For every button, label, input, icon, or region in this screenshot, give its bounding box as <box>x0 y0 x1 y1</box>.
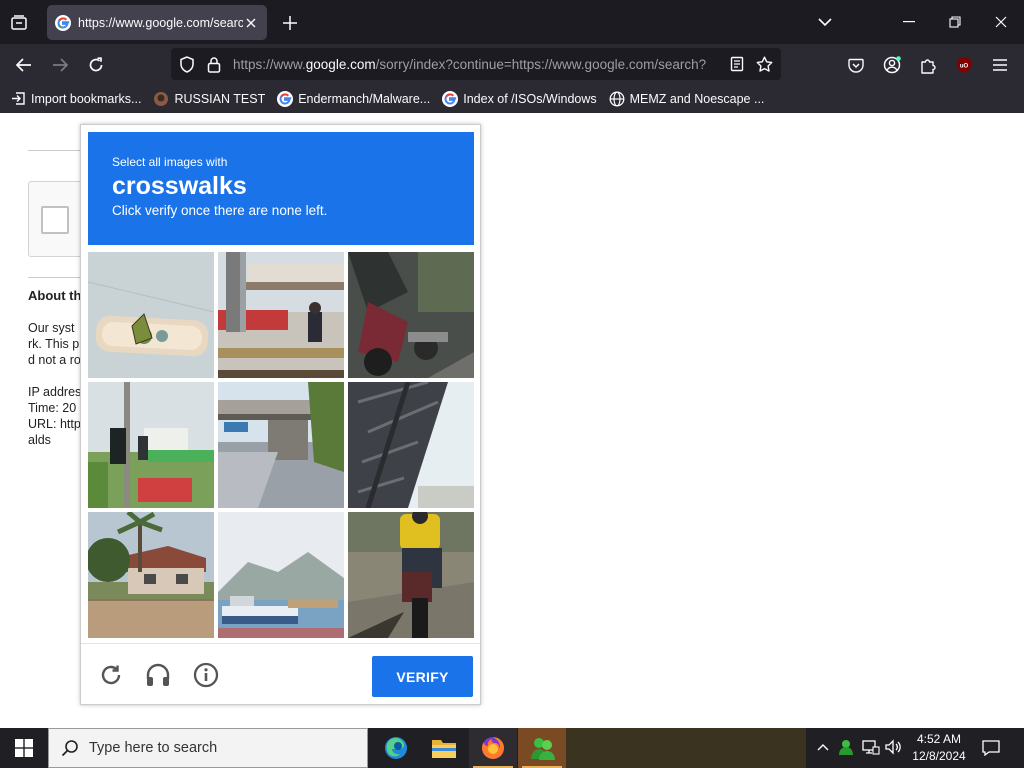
about-heading: About th <box>28 288 82 303</box>
url-text[interactable]: https://www.google.com/sorry/index?conti… <box>233 57 721 72</box>
close-tab-icon[interactable] <box>243 15 259 31</box>
bookmark-import[interactable]: Import bookmarks... <box>10 91 141 107</box>
svg-text:uO: uO <box>960 64 969 70</box>
about-line: d not a ro <box>28 353 81 367</box>
bookmark-russian-test[interactable]: RUSSIAN TEST <box>153 91 265 107</box>
bookmark-label: RUSSIAN TEST <box>174 91 266 106</box>
list-all-tabs-icon[interactable] <box>812 10 838 34</box>
new-tab-icon[interactable] <box>279 12 301 34</box>
windows-start-icon[interactable] <box>0 728 48 768</box>
tracking-protection-shield-icon[interactable] <box>176 53 198 75</box>
active-tab[interactable]: https://www.google.com/search?q= <box>47 5 267 40</box>
recaptcha-checkbox[interactable] <box>41 206 69 234</box>
google-g-icon <box>55 14 71 31</box>
reader-view-icon[interactable] <box>726 53 748 75</box>
recaptcha-anchor[interactable] <box>28 181 88 257</box>
firefox-icon[interactable] <box>469 728 517 768</box>
tile-traffic-light[interactable] <box>88 382 214 508</box>
taskbar-search-box[interactable]: Type here to search <box>48 728 368 768</box>
about-line: alds <box>28 433 51 447</box>
bookmark-star-icon[interactable] <box>753 53 775 75</box>
recaptcha-challenge: Select all images with crosswalks Click … <box>80 124 481 705</box>
about-text: Our syst rk. This p d not a ro IP addres… <box>28 320 81 448</box>
navigation-bar: https://www.google.com/sorry/index?conti… <box>0 44 1024 84</box>
verify-button[interactable]: VERIFY <box>372 656 473 697</box>
tile-traffic-light[interactable] <box>88 252 214 378</box>
show-hidden-icons-chevron-icon[interactable] <box>812 736 834 758</box>
url-host: google.com <box>305 56 376 72</box>
divider <box>28 277 88 278</box>
clock-time: 4:52 AM <box>916 732 962 746</box>
challenge-subtext: Click verify once there are none left. <box>112 203 328 218</box>
about-line: Time: 20 <box>28 401 77 415</box>
edge-icon[interactable] <box>372 728 420 768</box>
about-line: Our syst <box>28 321 75 335</box>
account-icon[interactable] <box>880 53 904 77</box>
tile-bridge[interactable] <box>348 382 474 508</box>
challenge-target: crosswalks <box>112 172 247 200</box>
about-line: URL: http <box>28 417 81 431</box>
tile-bridge[interactable] <box>218 382 344 508</box>
about-line: rk. This p <box>28 337 80 351</box>
restore-icon[interactable] <box>942 10 968 34</box>
about-line <box>28 368 81 384</box>
challenge-header: Select all images with crosswalks Click … <box>88 132 474 245</box>
bookmark-label: Import bookmarks... <box>31 91 142 106</box>
audio-challenge-icon[interactable] <box>143 660 173 690</box>
tile-boat[interactable] <box>218 512 344 638</box>
reload-icon[interactable] <box>83 52 109 78</box>
tray-app-icon[interactable] <box>836 736 858 758</box>
volume-icon[interactable] <box>883 736 905 758</box>
minimize-icon[interactable] <box>896 10 922 34</box>
info-icon[interactable] <box>191 660 221 690</box>
clock[interactable]: 4:52 AM 12/8/2024 <box>908 731 970 765</box>
forward-icon[interactable] <box>47 52 73 78</box>
extensions-icon[interactable] <box>916 53 940 77</box>
divider <box>28 150 88 151</box>
taskbar: Type here to search 4:52 AM 12/8/2024 <box>0 728 1024 768</box>
bookmark-icon <box>153 91 169 107</box>
url-bar[interactable]: https://www.google.com/sorry/index?conti… <box>171 48 781 80</box>
tile-bus-stop[interactable] <box>218 252 344 378</box>
bookmark-isos[interactable]: Index of /ISOs/Windows <box>442 90 597 107</box>
tab-title: https://www.google.com/search?q= <box>78 15 243 30</box>
reload-challenge-icon[interactable] <box>96 660 126 690</box>
challenge-instruction: Select all images with <box>112 155 228 169</box>
bookmark-endermanch[interactable]: Endermanch/Malware... <box>277 90 431 107</box>
search-placeholder: Type here to search <box>89 740 218 756</box>
bookmark-label: MEMZ and Noescape ... <box>629 91 765 106</box>
tab-list-icon[interactable] <box>6 10 32 36</box>
notifications-icon[interactable] <box>978 736 1004 760</box>
tab-bar: https://www.google.com/search?q= <box>0 0 1024 44</box>
globe-icon <box>609 91 625 107</box>
import-icon <box>10 91 26 107</box>
tile-motorcycle[interactable] <box>348 252 474 378</box>
challenge-footer: VERIFY <box>81 643 480 705</box>
lock-icon[interactable] <box>203 53 225 75</box>
close-window-icon[interactable] <box>988 10 1014 34</box>
bookmarks-toolbar: Import bookmarks... RUSSIAN TEST Enderma… <box>0 84 1024 113</box>
bookmark-memz[interactable]: MEMZ and Noescape ... <box>609 91 765 107</box>
pocket-icon[interactable] <box>844 53 868 77</box>
messenger-app-icon[interactable] <box>518 728 566 768</box>
search-icon <box>61 740 78 757</box>
bookmark-label: Index of /ISOs/Windows <box>463 91 597 106</box>
tile-motorcycle[interactable] <box>348 512 474 638</box>
menu-icon[interactable] <box>988 53 1012 77</box>
network-icon[interactable] <box>860 736 882 758</box>
tile-house[interactable] <box>88 512 214 638</box>
back-icon[interactable] <box>11 52 37 78</box>
clock-date: 12/8/2024 <box>912 749 966 763</box>
about-line: IP addres <box>28 385 82 399</box>
url-rest: /sorry/index?continue=https://www.google… <box>375 56 707 72</box>
bookmark-label: Endermanch/Malware... <box>298 91 431 106</box>
file-explorer-icon[interactable] <box>420 728 468 768</box>
google-g-icon <box>442 90 459 107</box>
image-grid <box>88 252 474 638</box>
google-g-icon <box>277 90 294 107</box>
url-prefix: https://www. <box>233 56 306 72</box>
taskbar-wallpaper-strip <box>566 728 806 768</box>
ublock-origin-icon[interactable]: uO <box>952 53 976 77</box>
